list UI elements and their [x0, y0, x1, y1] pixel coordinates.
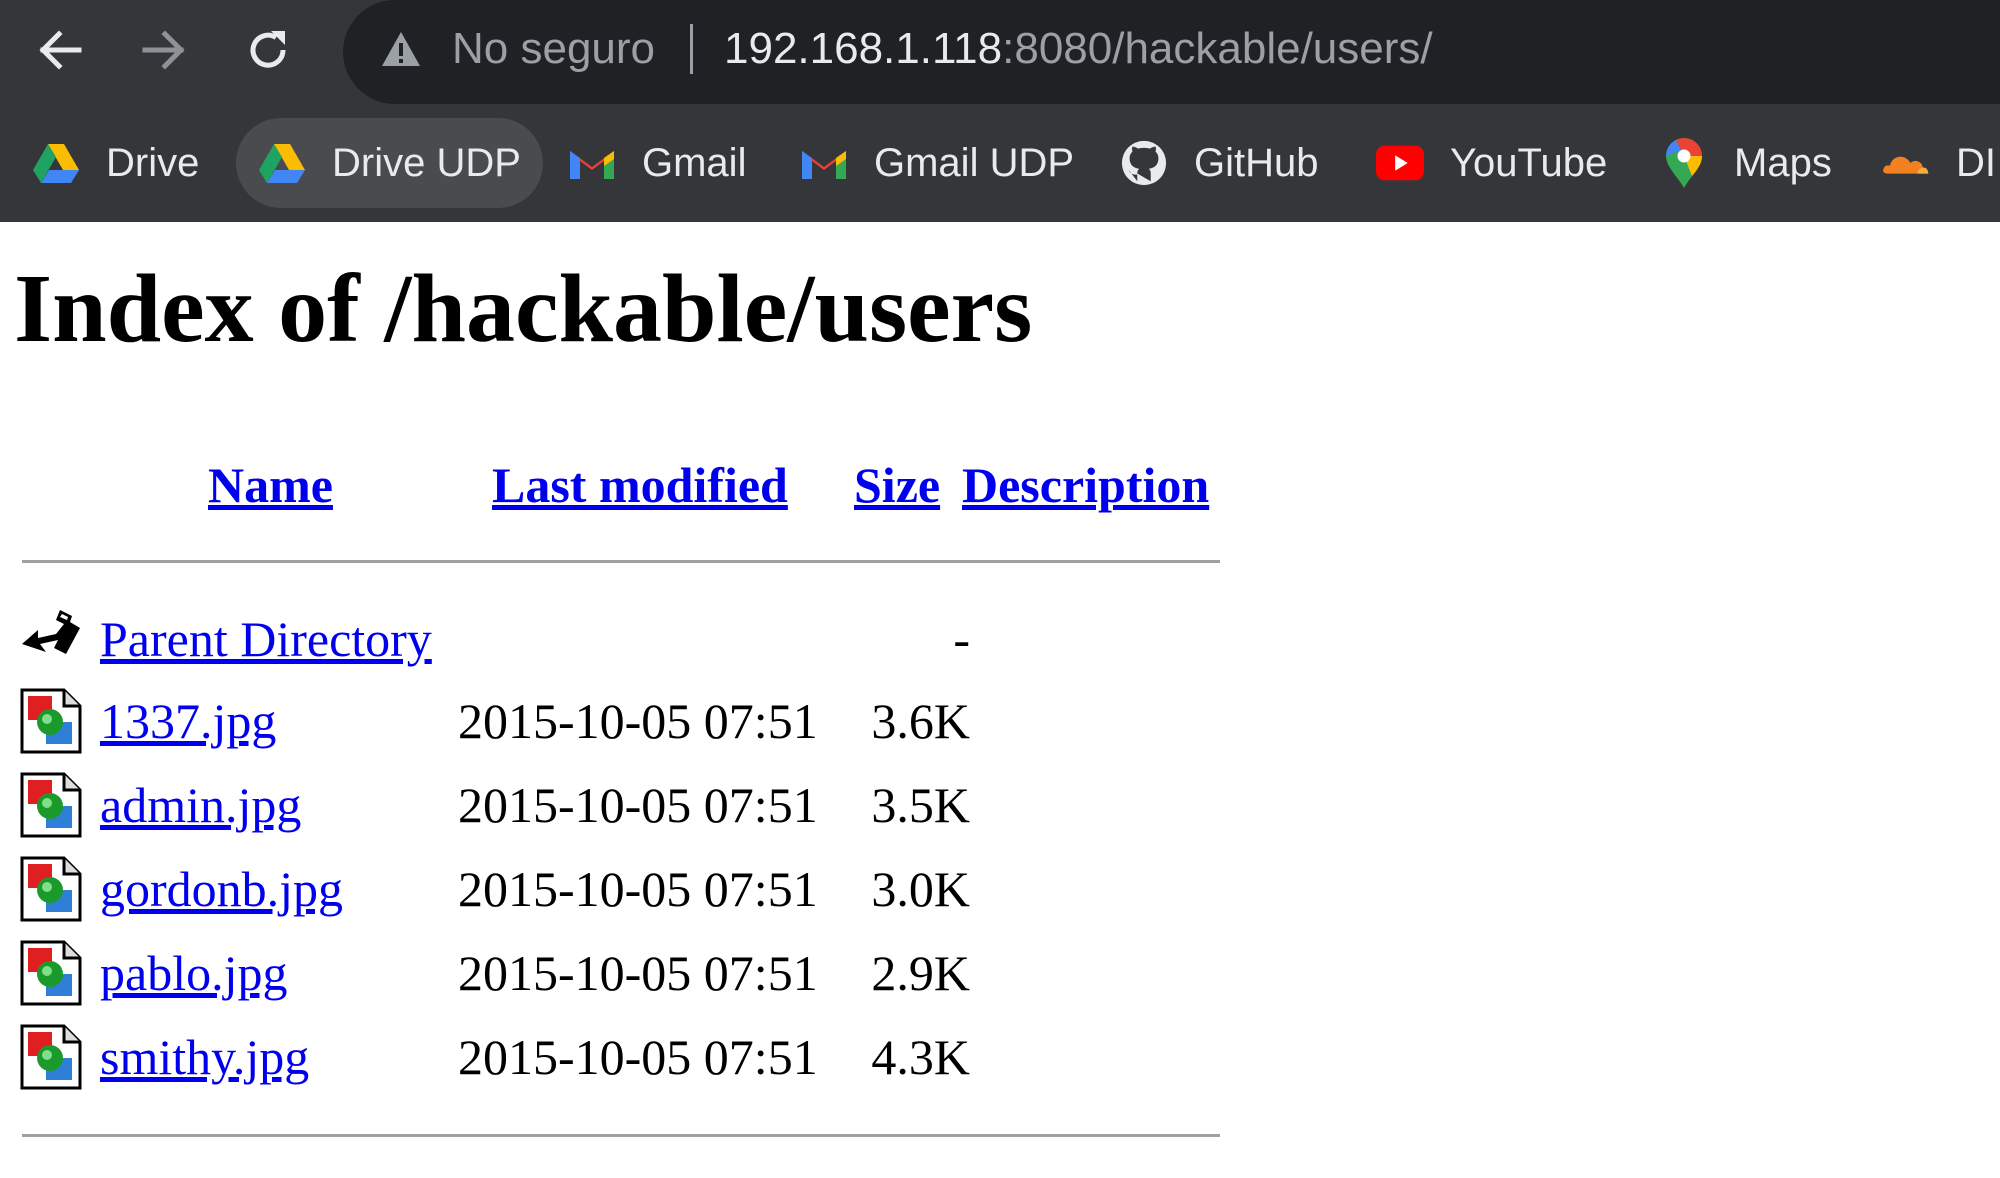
back-arrow-icon — [22, 610, 80, 654]
reload-button[interactable] — [230, 20, 306, 80]
column-header-size[interactable]: Size — [854, 460, 940, 510]
google-drive-icon — [258, 139, 306, 187]
bookmark-youtube[interactable]: YouTube — [1376, 118, 1607, 208]
file-modified: 2015-10-05 07:51 — [458, 1029, 818, 1085]
file-size: 3.6K — [871, 693, 970, 749]
file-modified: 2015-10-05 07:51 — [458, 945, 818, 1001]
file-size: - — [953, 611, 970, 667]
security-status[interactable]: No seguro — [452, 18, 655, 80]
url-path: :8080/hackable/users/ — [1002, 24, 1433, 73]
bookmark-gmail-udp[interactable]: Gmail UDP — [800, 118, 1074, 208]
file-link[interactable]: pablo.jpg — [100, 948, 287, 998]
bookmark-label: Drive — [106, 140, 200, 185]
github-icon — [1120, 139, 1168, 187]
youtube-icon — [1376, 139, 1424, 187]
file-size: 3.5K — [871, 777, 970, 833]
address-url[interactable]: 192.168.1.118:8080/hackable/users/ — [724, 18, 1433, 80]
file-link[interactable]: admin.jpg — [100, 780, 301, 830]
image-file-icon — [20, 772, 82, 838]
bookmark-label: Drive UDP — [332, 140, 521, 185]
table-row: admin.jpg 2015-10-05 07:51 3.5K — [20, 768, 1220, 844]
cloudflare-icon — [1882, 139, 1930, 187]
google-maps-icon — [1660, 138, 1708, 188]
bookmark-label: Gmail — [642, 140, 747, 185]
footer-divider — [22, 1134, 1220, 1137]
page-content: Index of /hackable/users Name Last modif… — [0, 222, 2000, 1178]
file-size: 4.3K — [871, 1029, 970, 1085]
bookmark-cloudflare[interactable]: DI — [1882, 118, 1996, 208]
table-row: smithy.jpg 2015-10-05 07:51 4.3K — [20, 1020, 1220, 1096]
file-modified: 2015-10-05 07:51 — [458, 861, 818, 917]
browser-chrome: No seguro 192.168.1.118:8080/hackable/us… — [0, 0, 2000, 222]
bookmark-github[interactable]: GitHub — [1120, 118, 1319, 208]
table-row: 1337.jpg 2015-10-05 07:51 3.6K — [20, 684, 1220, 760]
reload-icon — [250, 31, 286, 68]
arrow-left-icon — [39, 30, 82, 70]
bookmark-label: Maps — [1734, 140, 1832, 185]
forward-button[interactable] — [126, 20, 202, 80]
image-file-icon — [20, 1024, 82, 1090]
back-button[interactable] — [22, 20, 98, 80]
table-row: pablo.jpg 2015-10-05 07:51 2.9K — [20, 936, 1220, 1012]
image-file-icon — [20, 856, 82, 922]
file-size: 3.0K — [871, 861, 970, 917]
parent-directory-link[interactable]: Parent Directory — [100, 614, 432, 664]
arrow-right-icon — [142, 30, 185, 70]
url-host: 192.168.1.118 — [724, 24, 1003, 73]
table-row: gordonb.jpg 2015-10-05 07:51 3.0K — [20, 852, 1220, 928]
warning-icon — [382, 32, 420, 66]
bookmark-drive[interactable]: Drive — [32, 118, 207, 208]
bookmarks-bar: Drive Drive UDP Gmail Gmail UDP GitHub Y… — [0, 110, 2000, 214]
table-row-parent: Parent Directory - — [20, 602, 1220, 678]
bookmark-label: DI — [1956, 140, 1996, 185]
file-modified: 2015-10-05 07:51 — [458, 777, 818, 833]
file-modified: 2015-10-05 07:51 — [458, 693, 818, 749]
file-size: 2.9K — [871, 945, 970, 1001]
column-header-last-modified[interactable]: Last modified — [492, 460, 788, 510]
gmail-icon — [568, 139, 616, 187]
file-link[interactable]: 1337.jpg — [100, 696, 276, 746]
bookmark-drive-udp[interactable]: Drive UDP — [236, 118, 543, 208]
gmail-icon — [800, 139, 848, 187]
column-header-description[interactable]: Description — [962, 460, 1209, 510]
bookmark-label: GitHub — [1194, 140, 1319, 185]
image-file-icon — [20, 940, 82, 1006]
bookmark-gmail[interactable]: Gmail — [568, 118, 746, 208]
bookmark-label: YouTube — [1450, 140, 1608, 185]
file-link[interactable]: gordonb.jpg — [100, 864, 343, 914]
column-header-name[interactable]: Name — [208, 460, 333, 510]
page-title: Index of /hackable/users — [14, 255, 1033, 363]
address-bar-divider — [690, 24, 693, 74]
google-drive-icon — [32, 139, 80, 187]
bookmark-label: Gmail UDP — [874, 140, 1075, 185]
image-file-icon — [20, 688, 82, 754]
bookmark-maps[interactable]: Maps — [1660, 118, 1832, 208]
header-divider — [22, 560, 1220, 563]
file-link[interactable]: smithy.jpg — [100, 1032, 309, 1082]
